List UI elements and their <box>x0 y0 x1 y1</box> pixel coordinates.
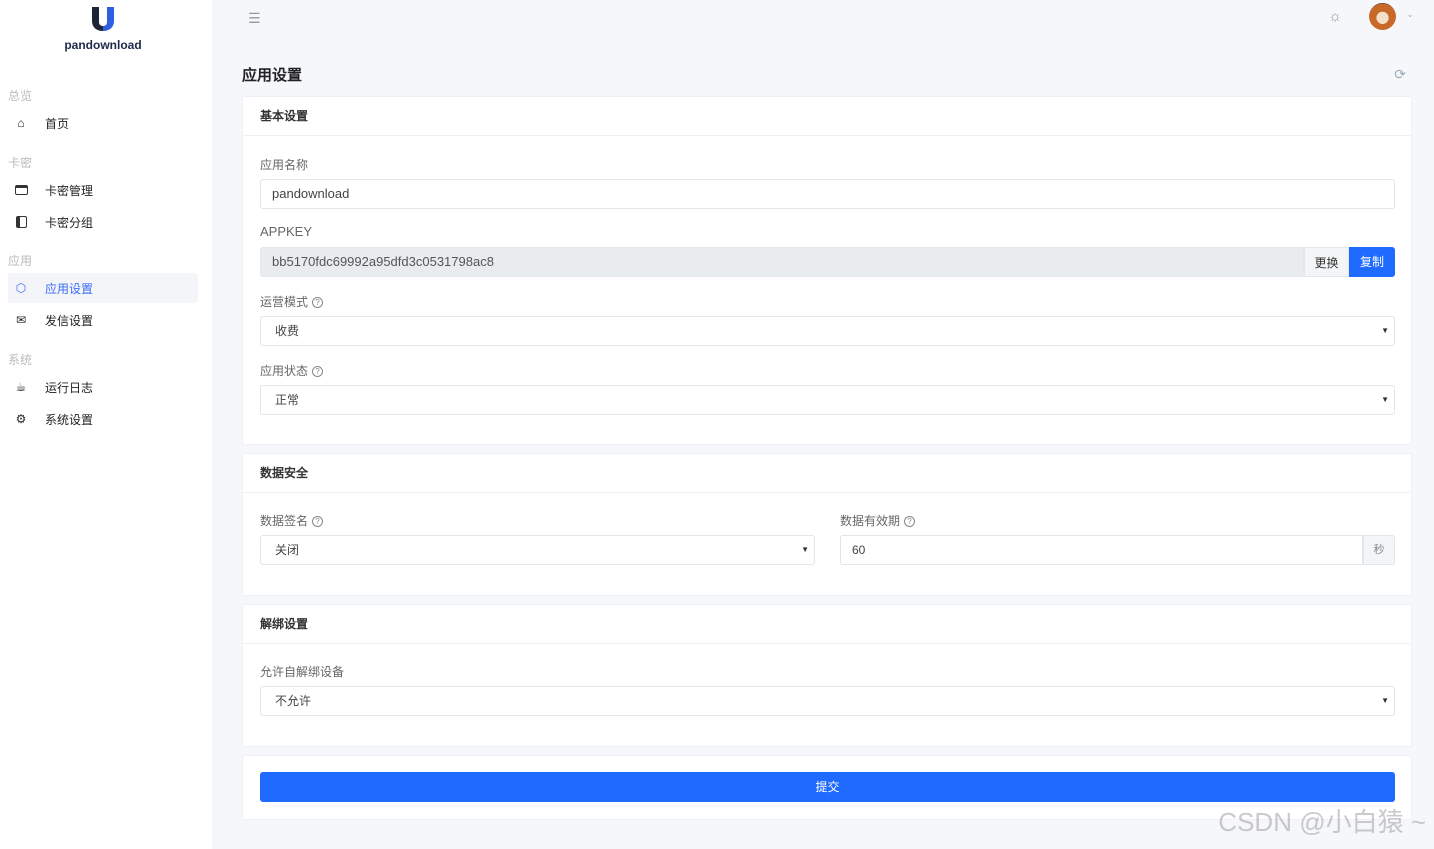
topbar: ☰ ☼ ⌄ <box>212 0 1434 36</box>
sidebar-item-card-manage[interactable]: 卡密管理 <box>8 175 198 205</box>
help-icon[interactable]: ? <box>312 516 324 528</box>
help-icon[interactable]: ? <box>904 516 916 528</box>
submit-button[interactable]: 提交 <box>260 772 1395 802</box>
refresh-icon[interactable]: ⟳ <box>1394 66 1406 83</box>
app-name-label: 应用名称 <box>260 158 309 172</box>
app-name-input[interactable]: pandownload <box>260 179 1395 209</box>
chevron-down-icon[interactable]: ⌄ <box>1406 9 1414 20</box>
group-label: 系统 <box>8 353 33 367</box>
status-label: 应用状态? <box>260 362 324 379</box>
group-label: 总览 <box>8 89 33 103</box>
caret-down-icon: ▼ <box>1381 696 1389 705</box>
group-label: 应用 <box>8 254 33 268</box>
sign-select[interactable]: 关闭 ▼ <box>260 535 815 565</box>
help-icon[interactable]: ? <box>312 297 324 309</box>
card-title: 数据安全 <box>243 454 1411 493</box>
brand-name: pandownload <box>64 38 142 52</box>
expire-input[interactable]: 60 <box>840 535 1363 565</box>
change-appkey-button[interactable]: 更换 <box>1304 247 1349 277</box>
status-select[interactable]: 正常 ▼ <box>260 385 1395 415</box>
mode-label: 运营模式? <box>260 293 324 310</box>
sign-label-text: 数据签名 <box>260 514 309 528</box>
sign-label: 数据签名? <box>260 512 324 529</box>
unbind-settings-card: 解绑设置 允许自解绑设备 不允许 ▼ <box>242 604 1412 747</box>
sidebar-item-label: 系统设置 <box>45 412 94 427</box>
gear-icon: ⚙ <box>15 412 27 426</box>
seconds-unit: 秒 <box>1363 535 1395 565</box>
avatar[interactable] <box>1369 3 1396 30</box>
sidebar-item-system-settings[interactable]: ⚙ 系统设置 <box>8 404 198 434</box>
logo-icon <box>92 7 114 31</box>
data-security-card: 数据安全 数据签名? 关闭 ▼ 数据有效期? 60 秒 <box>242 453 1412 596</box>
caret-down-icon: ▼ <box>801 545 809 554</box>
help-icon[interactable]: ? <box>312 366 324 378</box>
caret-down-icon: ▼ <box>1381 326 1389 335</box>
basic-settings-card: 基本设置 应用名称 pandownload APPKEY bb5170fdc69… <box>242 96 1412 445</box>
theme-toggle-icon[interactable]: ☼ <box>1328 8 1342 25</box>
card-title: 基本设置 <box>243 97 1411 136</box>
sidebar-item-label: 发信设置 <box>45 313 94 328</box>
status-value: 正常 <box>275 393 300 407</box>
logo[interactable]: pandownload <box>0 6 206 52</box>
sidebar-item-logs[interactable]: ☕ 运行日志 <box>8 372 198 402</box>
caret-down-icon: ▼ <box>1381 395 1389 404</box>
allow-unbind-value: 不允许 <box>275 694 312 708</box>
expire-label-text: 数据有效期 <box>840 514 901 528</box>
sidebar-item-label: 卡密管理 <box>45 183 94 198</box>
menu-toggle-icon[interactable]: ☰ <box>248 10 261 27</box>
copy-appkey-button[interactable]: 复制 <box>1349 247 1395 277</box>
allow-unbind-label: 允许自解绑设备 <box>260 665 345 679</box>
status-label-text: 应用状态 <box>260 364 309 378</box>
group-label: 卡密 <box>8 156 33 170</box>
sidebar-item-app-settings[interactable]: ⬡ 应用设置 <box>8 273 198 303</box>
panel-icon <box>14 215 28 229</box>
appkey-label: APPKEY <box>260 224 313 239</box>
watermark: CSDN @小白猿 ~ <box>1218 807 1426 837</box>
cup-icon: ☕ <box>15 380 27 394</box>
mode-value: 收费 <box>275 324 300 338</box>
sidebar: pandownload 总览 ⌂ 首页 卡密 卡密管理 卡密分组 应用 ⬡ 应用设置… <box>0 0 212 849</box>
sidebar-item-card-group[interactable]: 卡密分组 <box>8 207 198 237</box>
sidebar-item-mail-settings[interactable]: ✉ 发信设置 <box>8 305 198 335</box>
sidebar-item-label: 首页 <box>45 116 70 131</box>
sidebar-item-label: 运行日志 <box>45 380 94 395</box>
sidebar-item-label: 应用设置 <box>45 281 94 296</box>
card-title: 解绑设置 <box>243 605 1411 644</box>
cube-icon: ⬡ <box>15 281 27 295</box>
sidebar-item-home[interactable]: ⌂ 首页 <box>8 108 198 138</box>
mode-label-text: 运营模式 <box>260 295 309 309</box>
mode-select[interactable]: 收费 ▼ <box>260 316 1395 346</box>
mail-icon: ✉ <box>15 313 27 327</box>
page-title: 应用设置 <box>242 67 303 84</box>
card-icon <box>14 183 28 197</box>
home-icon: ⌂ <box>17 116 25 130</box>
expire-label: 数据有效期? <box>840 512 916 529</box>
sign-value: 关闭 <box>275 543 300 557</box>
allow-unbind-select[interactable]: 不允许 ▼ <box>260 686 1395 716</box>
sidebar-item-label: 卡密分组 <box>45 215 94 230</box>
appkey-input[interactable]: bb5170fdc69992a95dfd3c0531798ac8 <box>260 247 1304 277</box>
